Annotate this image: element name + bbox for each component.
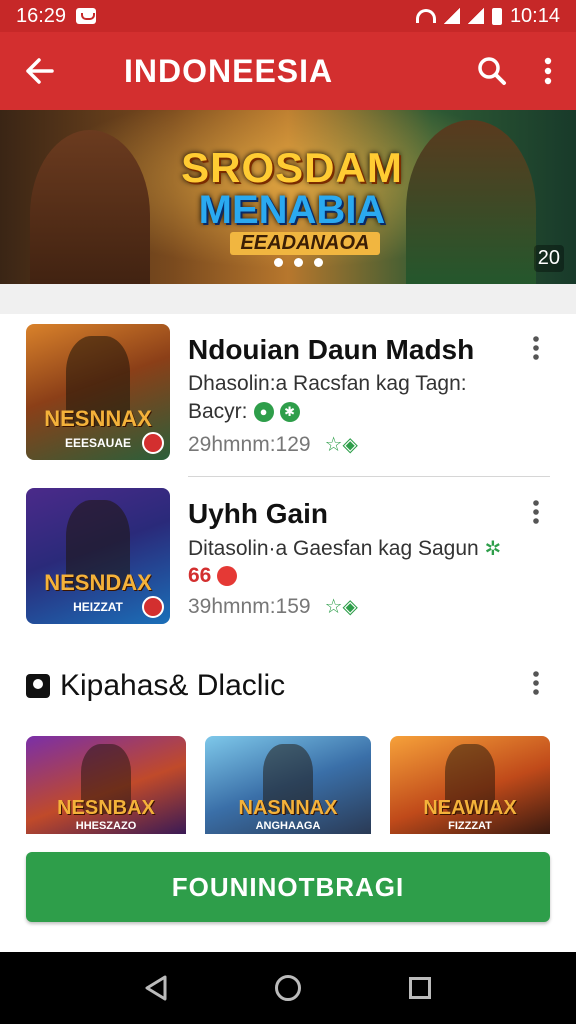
banner-dot-2[interactable] — [294, 258, 303, 267]
featured-banner[interactable]: SROSDAM MENABIA EEADANAOA 20 — [0, 110, 576, 284]
overflow-menu-button[interactable] — [520, 32, 576, 110]
game-list-item[interactable]: NESNDAX HEIZZAT Uyhh Gain Ditasolin·a Ga… — [26, 486, 550, 636]
game-extra-line: Bacyr: ● ✱ — [188, 400, 300, 424]
banner-count: 20 — [533, 245, 564, 272]
back-button[interactable] — [0, 32, 80, 110]
star-icon: ☆◈ — [324, 434, 358, 456]
signal-icon — [443, 8, 460, 24]
item-more-button[interactable] — [522, 336, 550, 366]
primary-action-button[interactable]: FOUNINOTBRAGI — [26, 852, 550, 922]
tag-icon: ✱ — [279, 402, 300, 422]
game-rating: 66 — [188, 564, 212, 587]
circle-home-icon — [275, 975, 301, 1001]
tile-logo-sub: HHESZAZO — [75, 820, 137, 832]
banner-dot-1[interactable] — [274, 258, 283, 267]
game-stats: 39hmnm:159 — [188, 594, 311, 618]
banner-title-line1: SROSDAM — [181, 144, 403, 191]
game-tile[interactable]: NESNBAX HHESZAZO — [26, 736, 186, 834]
sparkle-icon: ✲ — [484, 538, 502, 560]
tile-logo-sub: FIZZZAT — [448, 820, 492, 832]
game-title[interactable]: Ndouian Daun Madsh — [188, 334, 474, 366]
nav-back-button[interactable] — [126, 952, 186, 1024]
thumbnail-logo: NESNNAX — [44, 406, 152, 431]
tile-logo: NESNBAX — [57, 797, 155, 819]
banner-dot-3[interactable] — [314, 258, 323, 267]
item-more-button[interactable] — [522, 500, 550, 530]
square-recents-icon — [409, 977, 431, 999]
app-bar: INDONEESIA — [0, 32, 576, 110]
app-title: INDONEESIA — [124, 52, 334, 89]
search-button[interactable] — [464, 32, 520, 110]
game-rating-line: 66 — [188, 564, 238, 588]
search-icon — [478, 57, 506, 85]
battery-icon — [491, 7, 502, 25]
notification-icon — [76, 8, 97, 24]
more-vertical-icon — [533, 336, 539, 360]
arrow-left-icon — [26, 58, 54, 84]
game-description: Dhasolin:a Racsfan kag Tagn: — [188, 372, 467, 395]
game-description: Ditasolin·a Gaesfan kag Sagun ✲ — [188, 536, 501, 561]
star-icon: ☆◈ — [324, 596, 358, 618]
thumbnail-badge — [142, 432, 164, 454]
more-vertical-icon — [533, 670, 539, 695]
system-nav-bar — [0, 952, 576, 1024]
banner-title-line3: EEADANAOA — [230, 232, 380, 255]
triangle-back-icon — [145, 975, 167, 1001]
tile-logo: NEAWIAX — [423, 797, 517, 819]
game-thumbnail[interactable]: NESNNAX EEESAUAE — [26, 324, 170, 460]
game-tile[interactable]: NASNNAX ANGHAAGA — [205, 736, 371, 834]
game-meta: 39hmnm:159 ☆◈ — [188, 594, 358, 619]
chat-icon: ● — [253, 402, 274, 422]
game-description-text: Ditasolin·a Gaesfan kag Sagun — [188, 537, 479, 560]
nav-home-button[interactable] — [258, 952, 318, 1024]
list-divider — [188, 476, 550, 477]
more-vertical-icon — [544, 57, 552, 85]
game-title[interactable]: Uyhh Gain — [188, 498, 328, 530]
game-meta: 29hmnm:129 ☆◈ — [188, 432, 358, 457]
section-header: Kipahas& Dlaclic — [26, 666, 550, 706]
thumbnail-badge — [142, 596, 164, 618]
section-more-button[interactable] — [522, 670, 550, 702]
more-vertical-icon — [533, 500, 539, 524]
game-carousel: NESNBAX HHESZAZO NASNNAX ANGHAAGA NEAWIA… — [0, 736, 576, 834]
tile-logo: NASNNAX — [238, 797, 338, 819]
game-extra-label: Bacyr: — [188, 400, 248, 423]
game-list-item[interactable]: NESNNAX EEESAUAE Ndouian Daun Madsh Dhas… — [26, 322, 550, 472]
status-time-right: 10:14 — [509, 4, 560, 27]
tile-logo-sub: ANGHAAGA — [255, 820, 321, 832]
status-time-left: 16:29 — [16, 4, 67, 27]
wifi-icon — [415, 9, 436, 23]
section-spacer — [0, 284, 576, 314]
nav-recents-button[interactable] — [390, 952, 450, 1024]
flame-icon — [217, 566, 238, 586]
game-tile[interactable]: NEAWIAX FIZZZAT — [390, 736, 550, 834]
section-title: Kipahas& Dlaclic — [60, 669, 286, 702]
thumbnail-logo: NESNDAX — [44, 570, 152, 595]
game-stats: 29hmnm:129 — [188, 432, 311, 456]
signal-icon-2 — [467, 8, 484, 24]
banner-title-line2: MENABIA — [198, 188, 386, 232]
profile-icon — [26, 674, 50, 698]
status-bar: 16:29 10:14 — [0, 0, 576, 32]
game-thumbnail[interactable]: NESNDAX HEIZZAT — [26, 488, 170, 624]
